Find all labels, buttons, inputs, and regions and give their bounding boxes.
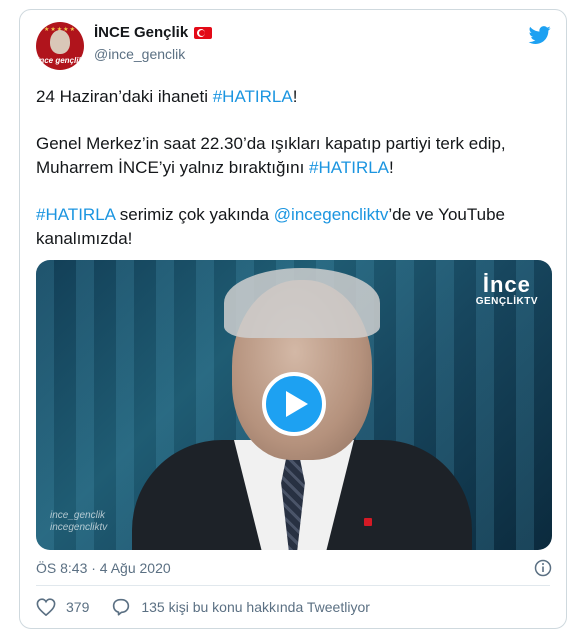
play-icon [285, 391, 308, 417]
conversation-button[interactable]: 135 kişi bu konu hakkında Tweetliyor [111, 598, 370, 616]
lapel-pin [364, 518, 372, 526]
display-name[interactable]: İNCE Gençlik [94, 24, 188, 41]
turkey-flag-icon [194, 26, 213, 39]
comment-bubble-icon [113, 598, 130, 616]
tweet-paragraph-2: Genel Merkez’in saat 22.30’da ışıkları k… [36, 134, 506, 177]
hashtag-link[interactable]: #HATIRLA [36, 205, 115, 224]
avatar-logo-text: ince gençlik [37, 56, 83, 65]
play-button[interactable] [262, 372, 326, 436]
avatar[interactable]: ★★★★★ ince gençlik [36, 22, 84, 70]
user-handle[interactable]: @ince_genclik [94, 46, 185, 62]
video-player[interactable]: İnce GENÇLİKTV ince_genclik incegenclikt… [36, 260, 552, 550]
hashtag-link[interactable]: #HATIRLA [213, 87, 293, 106]
mention-link[interactable]: @incegencliktv [274, 205, 389, 224]
like-count: 379 [66, 599, 90, 615]
hashtag-link[interactable]: #HATIRLA [309, 158, 389, 177]
tweet-actions: 379 135 kişi bu konu hakkında Tweetliyor [36, 598, 370, 616]
divider [36, 585, 550, 586]
conversation-text: 135 kişi bu konu hakkında Tweetliyor [141, 599, 370, 615]
channel-brand-logo: İnce GENÇLİKTV [475, 272, 538, 308]
video-watermark: ince_genclik incegencliktv [50, 510, 108, 533]
tweet-timestamp[interactable]: ÖS 8:43 · 4 Ağu 2020 [36, 560, 171, 576]
tweet-paragraph-3: #HATIRLA serimiz çok yakında @incegencli… [36, 205, 505, 248]
name-row: İNCE Gençlik [94, 24, 213, 41]
tweet-text: 24 Haziran’daki ihaneti #HATIRLA! Genel … [36, 85, 556, 274]
like-button[interactable]: 379 [36, 598, 89, 616]
tweet-card: ★★★★★ ince gençlik İNCE Gençlik @ince_ge… [19, 9, 567, 629]
heart-icon [36, 598, 56, 616]
tweet-paragraph-1: 24 Haziran’daki ihaneti #HATIRLA! [36, 87, 298, 106]
twitter-bird-icon[interactable] [528, 24, 552, 46]
info-icon[interactable] [534, 559, 552, 577]
